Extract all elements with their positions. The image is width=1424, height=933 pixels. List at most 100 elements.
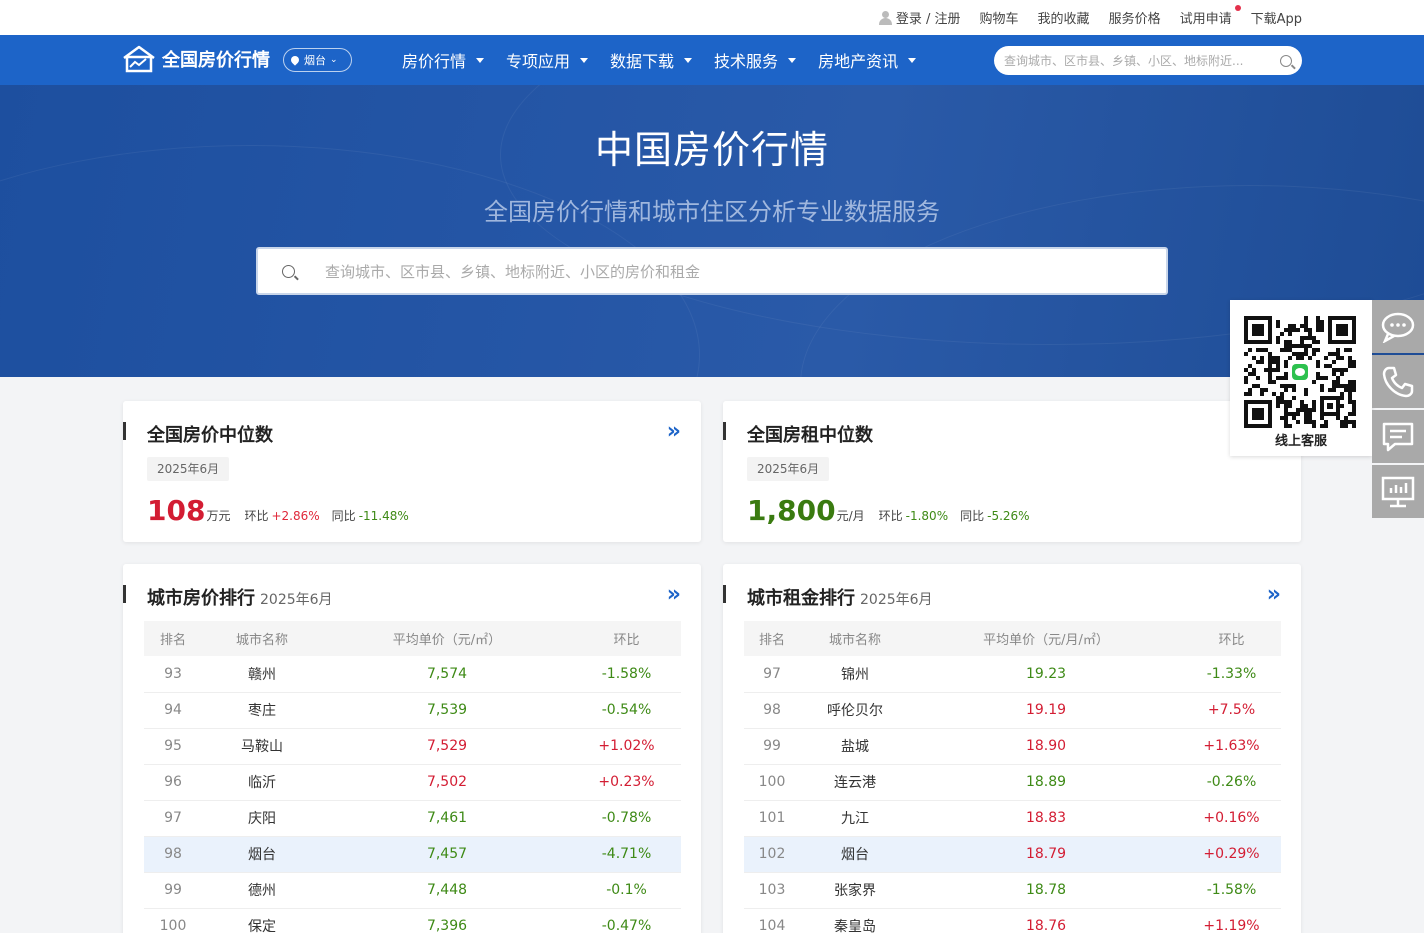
nav-search-input[interactable]: 查询城市、区市县、乡镇、小区、地标附近... <box>994 46 1302 75</box>
table-row[interactable]: 99 德州 7,448 -0.1% <box>144 872 681 909</box>
price-median-metric: 108 万元 环比 +2.86% 同比 -11.48% <box>147 494 421 527</box>
column-header: 环比 <box>1182 621 1281 656</box>
chat-bubble-icon <box>1381 312 1415 343</box>
change-cell: -0.47% <box>572 908 681 933</box>
monitor-chart-icon <box>1381 476 1415 507</box>
site-logo[interactable]: 全国房价行情 <box>122 45 270 73</box>
city-cell: 张家界 <box>800 872 910 909</box>
phone-button[interactable] <box>1372 355 1424 408</box>
change-cell: +7.5% <box>1182 692 1281 729</box>
table-row[interactable]: 97 庆阳 7,461 -0.78% <box>144 800 681 837</box>
favorites-link[interactable]: 我的收藏 <box>1038 8 1090 27</box>
table-row[interactable]: 104 秦皇岛 18.76 +1.19% <box>744 908 1281 933</box>
table-row[interactable]: 99 盐城 18.90 +1.63% <box>744 728 1281 765</box>
city-rent-rank-card: 城市租金排行 2025年6月 » 排名 城市名称 平均单价（元/月/㎡） 环比 … <box>723 564 1301 933</box>
download-app-link[interactable]: 下载App <box>1251 8 1302 27</box>
double-chevron-right-icon[interactable]: » <box>667 421 681 443</box>
change-cell: -0.26% <box>1182 764 1281 801</box>
table-row[interactable]: 94 枣庄 7,539 -0.54% <box>144 692 681 729</box>
city-cell: 锦州 <box>800 656 910 693</box>
change-cell: -0.78% <box>572 800 681 837</box>
price-cell: 18.78 <box>910 872 1182 909</box>
price-cell: 19.19 <box>910 692 1182 729</box>
double-chevron-right-icon[interactable]: » <box>1267 584 1281 606</box>
price-rank-table: 排名 城市名称 平均单价（元/㎡） 环比 93 赣州 7,574 -1.58% 94 枣庄… <box>144 621 681 933</box>
menu-price-trends[interactable]: 房价行情 <box>402 48 485 72</box>
city-name: 烟台 <box>304 54 326 67</box>
message-button[interactable] <box>1372 410 1424 463</box>
city-selector[interactable]: 烟台 ⌄ <box>283 48 352 72</box>
card-title-date: 2025年6月 <box>260 592 333 608</box>
change-cell: +1.02% <box>572 728 681 765</box>
price-cell: 7,539 <box>322 692 572 729</box>
caret-down-icon <box>580 57 589 63</box>
mom-value: -1.80% <box>905 509 949 523</box>
menu-data-download[interactable]: 数据下载 <box>610 48 693 72</box>
yoy-value: -5.26% <box>987 509 1030 523</box>
table-row[interactable]: 103 张家界 18.78 -1.58% <box>744 872 1281 909</box>
nav-search-placeholder: 查询城市、区市县、乡镇、小区、地标附近... <box>1004 54 1244 68</box>
table-row[interactable]: 101 九江 18.83 +0.16% <box>744 800 1281 837</box>
column-header: 城市名称 <box>202 621 322 656</box>
column-header: 环比 <box>572 621 681 656</box>
city-cell: 德州 <box>202 872 322 909</box>
table-row[interactable]: 100 保定 7,396 -0.47% <box>144 908 681 933</box>
rank-cell: 96 <box>144 764 202 801</box>
metric-unit: 万元 <box>206 509 231 523</box>
rank-cell: 93 <box>144 656 202 693</box>
card-title-date: 2025年6月 <box>860 592 933 608</box>
rank-cell: 100 <box>144 908 202 933</box>
metric-unit: 元/月 <box>836 509 865 523</box>
house-chart-icon <box>123 45 155 73</box>
hero-banner: 中国房价行情 全国房价行情和城市住区分析专业数据服务 查询城市、区市县、乡镇、地… <box>0 85 1424 377</box>
change-cell: -1.58% <box>572 656 681 693</box>
price-cell: 18.89 <box>910 764 1182 801</box>
rank-cell: 94 <box>144 692 202 729</box>
rank-cell: 104 <box>744 908 800 933</box>
city-cell: 庆阳 <box>202 800 322 837</box>
login-register-link[interactable]: 登录 / 注册 <box>878 8 961 27</box>
price-cell: 7,448 <box>322 872 572 909</box>
menu-real-estate-news[interactable]: 房地产资讯 <box>818 48 917 72</box>
menu-tech-services[interactable]: 技术服务 <box>714 48 797 72</box>
search-icon[interactable] <box>1280 54 1292 67</box>
table-row[interactable]: 96 临沂 7,502 +0.23% <box>144 764 681 801</box>
double-chevron-right-icon[interactable]: » <box>667 584 681 606</box>
trial-link[interactable]: 试用申请 <box>1180 5 1241 27</box>
title-accent-bar <box>723 585 726 603</box>
city-cell: 烟台 <box>202 836 322 873</box>
rent-median-metric: 1,800 元/月 环比 -1.80% 同比 -5.26% <box>747 494 1042 527</box>
price-cell: 7,396 <box>322 908 572 933</box>
chat-button[interactable] <box>1372 300 1424 353</box>
menu-special-apps[interactable]: 专项应用 <box>506 48 589 72</box>
price-cell: 19.23 <box>910 656 1182 693</box>
pricing-link[interactable]: 服务价格 <box>1109 8 1161 27</box>
change-cell: -1.58% <box>1182 872 1281 909</box>
caret-down-icon <box>684 57 693 63</box>
cart-link[interactable]: 购物车 <box>980 8 1019 27</box>
mom-value: +2.86% <box>271 509 320 523</box>
rank-cell: 103 <box>744 872 800 909</box>
city-cell: 盐城 <box>800 728 910 765</box>
city-cell: 保定 <box>202 908 322 933</box>
table-row[interactable]: 97 锦州 19.23 -1.33% <box>744 656 1281 693</box>
table-row[interactable]: 98 呼伦贝尔 19.19 +7.5% <box>744 692 1281 729</box>
table-row[interactable]: 102 烟台 18.79 +0.29% <box>744 836 1281 873</box>
price-cell: 18.79 <box>910 836 1182 873</box>
main-menu: 房价行情 专项应用 数据下载 技术服务 房地产资讯 <box>402 35 938 85</box>
hero-search-input[interactable]: 查询城市、区市县、乡镇、地标附近、小区的房价和租金 <box>256 247 1168 295</box>
table-row[interactable]: 95 马鞍山 7,529 +1.02% <box>144 728 681 765</box>
table-row[interactable]: 93 赣州 7,574 -1.58% <box>144 656 681 693</box>
change-cell: -0.1% <box>572 872 681 909</box>
column-header: 城市名称 <box>800 621 910 656</box>
table-row[interactable]: 98 烟台 7,457 -4.71% <box>144 836 681 873</box>
card-title: 全国房价中位数 <box>147 425 273 446</box>
caret-down-icon <box>788 57 797 63</box>
title-accent-bar <box>123 585 126 603</box>
monitor-button[interactable] <box>1372 465 1424 518</box>
table-row[interactable]: 100 连云港 18.89 -0.26% <box>744 764 1281 801</box>
rank-cell: 99 <box>744 728 800 765</box>
yoy-label: 同比 <box>331 509 356 523</box>
price-cell: 18.76 <box>910 908 1182 933</box>
qr-label: 线上客服 <box>1274 434 1327 449</box>
